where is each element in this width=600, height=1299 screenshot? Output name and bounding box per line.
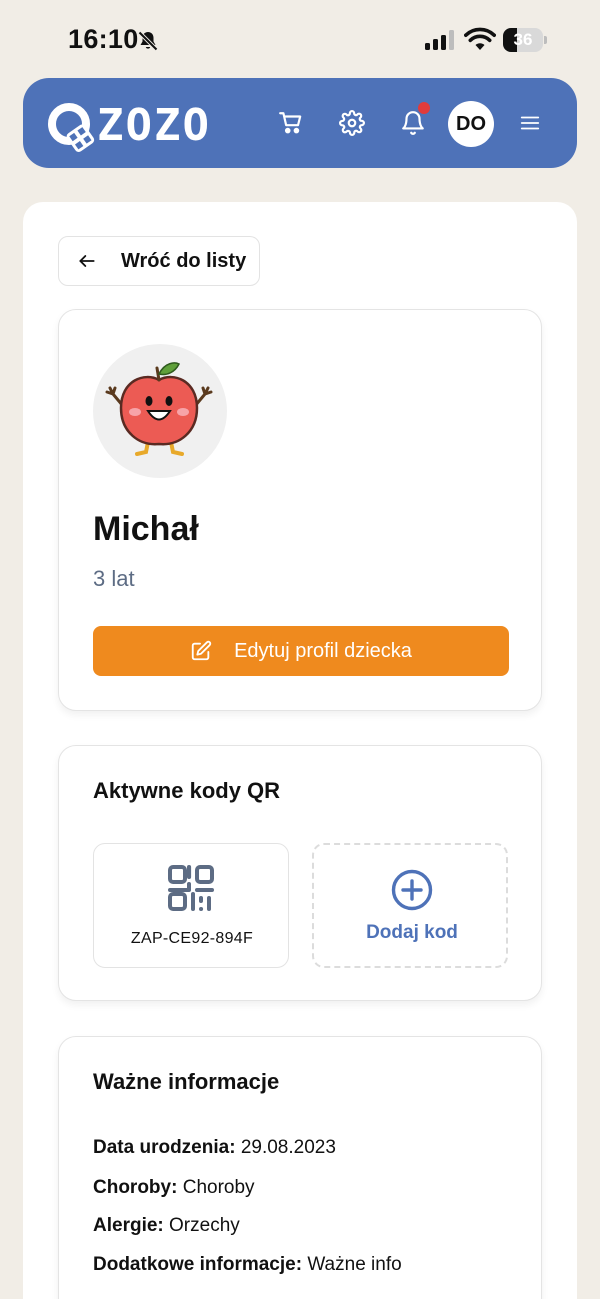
wifi-icon [464, 27, 496, 50]
qr-code-icon [168, 865, 214, 911]
arrow-left-icon [79, 255, 95, 267]
edit-button-label: Edytuj profil dziecka [234, 639, 412, 662]
hamburger-icon[interactable] [514, 107, 546, 139]
info-row-birthdate: Data urodzenia: 29.08.2023 [93, 1137, 336, 1159]
child-name: Michał [93, 510, 199, 548]
notification-badge [418, 102, 430, 114]
info-value: Ważne info [307, 1254, 402, 1275]
qr-section-title: Aktywne kody QR [93, 778, 281, 803]
info-label: Dodatkowe informacje: [93, 1254, 308, 1275]
info-section-title: Ważne informacje [93, 1069, 280, 1094]
logo-mark-icon [48, 103, 95, 152]
battery-percent: 36 [513, 30, 533, 49]
cellular-signal-icon [425, 30, 454, 50]
qr-code-tile[interactable]: ZAP-CE92-894F [93, 843, 289, 968]
edit-icon [191, 640, 212, 661]
app-header: ZOZO DO [23, 78, 577, 168]
info-value: 29.08.2023 [240, 1137, 336, 1158]
child-profile-card: Michał 3 lat Edytuj profil dziecka [58, 309, 542, 711]
important-info-card: Ważne informacje Data urodzenia: 29.08.2… [58, 1036, 542, 1299]
zozo-logo[interactable]: ZOZO [45, 98, 215, 152]
plus-circle-icon [391, 869, 433, 911]
battery-indicator: 36 [503, 28, 547, 52]
add-code-button[interactable]: Dodaj kod [312, 843, 508, 968]
info-row-additional: Dodatkowe informacje: Ważne info [93, 1254, 402, 1276]
gear-icon[interactable] [336, 107, 368, 139]
active-qr-codes-card: Aktywne kody QR ZAP-CE92-894F Dodaj kod [58, 745, 542, 1001]
qr-code-value: ZAP-CE92-894F [130, 930, 254, 947]
info-label: Alergie: [93, 1215, 170, 1236]
apple-mascot-icon [105, 362, 213, 456]
info-label: Data urodzenia: [93, 1137, 241, 1158]
status-time: 16:10 [68, 24, 139, 54]
logo-text: ZOZO [97, 100, 211, 151]
user-avatar[interactable]: DO [448, 101, 494, 147]
info-row-illnesses: Choroby: Choroby [93, 1177, 255, 1199]
bell-off-icon [138, 31, 158, 51]
back-button-label: Wróć do listy [121, 249, 247, 272]
status-bar: 16:10 36 [0, 0, 600, 80]
info-value: Orzechy [169, 1215, 240, 1236]
info-value: Choroby [182, 1177, 255, 1198]
info-row-allergies: Alergie: Orzechy [93, 1215, 240, 1237]
info-label: Choroby: [93, 1177, 183, 1198]
child-avatar [93, 344, 227, 478]
add-code-label: Dodaj kod [366, 922, 458, 943]
edit-child-profile-button[interactable]: Edytuj profil dziecka [93, 626, 509, 676]
back-to-list-button[interactable]: Wróć do listy [58, 236, 260, 286]
child-age: 3 lat [93, 566, 135, 591]
cart-icon[interactable] [275, 107, 307, 139]
